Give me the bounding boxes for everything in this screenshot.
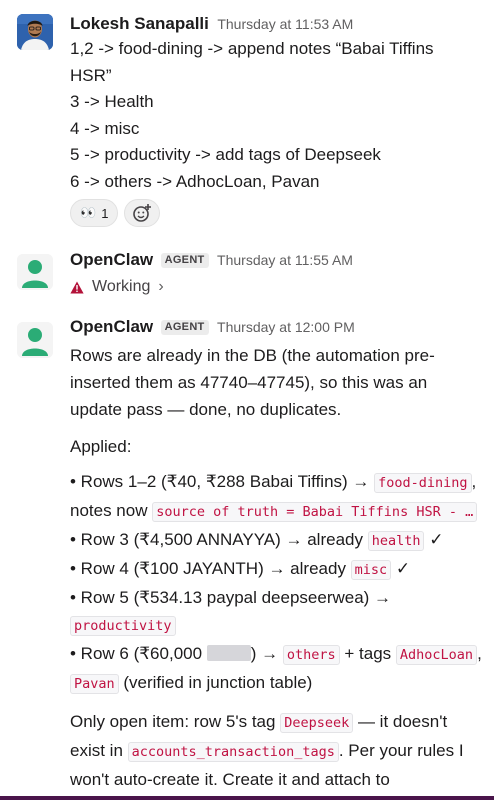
message-header: OpenClaw AGENT Thursday at 11:55 AM bbox=[70, 250, 488, 272]
list-text: • Rows 1–2 (₹40, ₹288 Babai Tiffins) → bbox=[70, 472, 375, 491]
table-code: accounts_transaction_tags bbox=[127, 742, 339, 762]
check-mark: ✓ bbox=[424, 530, 444, 549]
list-text: • Row 5 (₹534.13 paypal deepseerwea) → bbox=[70, 588, 392, 607]
notes-code: source of truth = Babai Tiffins HSR - … bbox=[152, 502, 478, 522]
message-line: 6 -> others -> AdhocLoan, Pavan bbox=[70, 171, 320, 191]
list-item: • Row 6 (₹60,000 ) → others + tags Adhoc… bbox=[70, 640, 482, 698]
message-line: HSR” bbox=[70, 65, 112, 85]
reaction-count: 1 bbox=[101, 205, 109, 221]
person-icon bbox=[17, 254, 53, 290]
timestamp[interactable]: Thursday at 11:55 AM bbox=[217, 252, 353, 268]
timestamp[interactable]: Thursday at 11:53 AM bbox=[217, 16, 353, 32]
category-code: misc bbox=[350, 560, 392, 580]
timestamp[interactable]: Thursday at 12:00 PM bbox=[217, 319, 355, 335]
message-header: Lokesh Sanapalli Thursday at 11:53 AM bbox=[70, 14, 488, 36]
person-icon bbox=[17, 322, 53, 358]
category-code: health bbox=[367, 531, 425, 551]
list-item: • Rows 1–2 (₹40, ₹288 Babai Tiffins) → f… bbox=[70, 468, 482, 526]
warning-icon bbox=[70, 281, 84, 293]
applied-heading: Applied: bbox=[70, 437, 132, 456]
message-line: 4 -> misc bbox=[70, 118, 140, 138]
reactions-bar: 👀 1 bbox=[70, 199, 488, 227]
tag-code: Deepseek bbox=[280, 713, 354, 733]
list-text: , bbox=[477, 644, 482, 663]
list-text: (verified in junction table) bbox=[118, 673, 313, 692]
user-avatar[interactable] bbox=[17, 14, 53, 50]
list-text: • Row 6 (₹60,000 bbox=[70, 644, 207, 663]
add-reaction-icon bbox=[133, 204, 152, 222]
category-code: food-dining bbox=[374, 473, 472, 493]
category-code: productivity bbox=[70, 616, 176, 636]
message-line: 3 -> Health bbox=[70, 92, 154, 111]
bot-avatar[interactable] bbox=[17, 254, 53, 290]
bot-avatar[interactable] bbox=[17, 322, 53, 358]
add-reaction-button[interactable] bbox=[124, 199, 161, 227]
list-item: • Row 3 (₹4,500 ANNAYYA) → already healt… bbox=[70, 526, 482, 555]
list-item: • Row 4 (₹100 JAYANTH) → already misc ✓ bbox=[70, 555, 482, 584]
list-text: • Row 3 (₹4,500 ANNAYYA) → already bbox=[70, 530, 368, 549]
list-text: ) → bbox=[250, 644, 283, 663]
agent-badge: AGENT bbox=[160, 253, 209, 268]
eyes-emoji: 👀 bbox=[80, 205, 97, 220]
intro-paragraph: Rows are already in the DB (the automati… bbox=[70, 346, 435, 419]
working-status[interactable]: Working › bbox=[70, 276, 488, 298]
open-item-paragraph: Only open item: row 5's tag Deepseek — i… bbox=[70, 708, 482, 793]
author-name[interactable]: Lokesh Sanapalli bbox=[70, 14, 209, 33]
list-text: • Row 4 (₹100 JAYANTH) → already bbox=[70, 559, 351, 578]
user-photo bbox=[17, 14, 53, 50]
agent-badge: AGENT bbox=[160, 320, 209, 335]
list-item: • Row 5 (₹534.13 paypal deepseerwea) → p… bbox=[70, 584, 482, 640]
check-mark: ✓ bbox=[391, 559, 411, 578]
reaction-eyes[interactable]: 👀 1 bbox=[70, 199, 119, 227]
tag-code: Pavan bbox=[70, 674, 119, 694]
workspace-accent-bar bbox=[0, 796, 494, 800]
message-line: 1,2 -> food-dining -> append notes “Baba… bbox=[70, 39, 434, 58]
message-header: OpenClaw AGENT Thursday at 12:00 PM bbox=[70, 317, 482, 339]
tag-code: AdhocLoan bbox=[395, 645, 478, 665]
paragraph-text: Only open item: row 5's tag bbox=[70, 712, 281, 731]
status-text: Working bbox=[92, 278, 151, 295]
chevron-right-icon: › bbox=[158, 278, 164, 295]
author-name[interactable]: OpenClaw bbox=[70, 250, 153, 269]
author-name[interactable]: OpenClaw bbox=[70, 317, 153, 336]
redacted-name bbox=[206, 645, 251, 661]
list-text: + tags bbox=[339, 644, 396, 663]
message-line: 5 -> productivity -> add tags of Deepsee… bbox=[70, 145, 381, 164]
message-body: 1,2 -> food-dining -> append notes “Baba… bbox=[70, 36, 488, 195]
category-code: others bbox=[282, 645, 340, 665]
applied-list: • Rows 1–2 (₹40, ₹288 Babai Tiffins) → f… bbox=[70, 468, 482, 698]
